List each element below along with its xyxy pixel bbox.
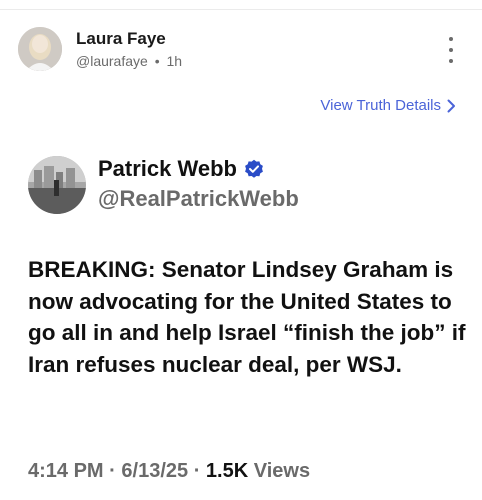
author-avatar-image xyxy=(18,27,62,71)
author-handle[interactable]: @laurafaye xyxy=(76,53,148,69)
author-name[interactable]: Laura Faye xyxy=(76,29,166,49)
post-views-count: 1.5K xyxy=(205,460,249,482)
post-meta-separator-2: · xyxy=(193,460,201,482)
author-meta: @laurafaye • 1h xyxy=(76,53,182,69)
post-date: 6/13/25 xyxy=(121,460,189,482)
post-views-label: Views xyxy=(253,460,311,482)
chevron-right-icon xyxy=(447,99,455,112)
post-meta-separator: · xyxy=(109,460,116,482)
more-options-button[interactable] xyxy=(442,37,460,63)
post-time: 4:14 PM xyxy=(28,460,104,482)
view-details-label: View Truth Details xyxy=(320,97,441,114)
meta-separator: • xyxy=(154,53,160,69)
post-body-text: BREAKING: Senator Lindsey Graham is now … xyxy=(28,257,466,377)
vertical-ellipsis-icon xyxy=(449,37,453,41)
verified-badge-icon xyxy=(245,159,263,178)
post-meta: 4:14 PM · 6/13/25 · 1.5K Views xyxy=(28,460,310,483)
post-screen: Laura Faye @laurafaye • 1h View Truth De… xyxy=(0,0,482,500)
quoted-author-avatar-image xyxy=(28,156,86,214)
quoted-author-handle[interactable]: @RealPatrickWebb xyxy=(98,186,299,212)
view-details-link[interactable]: View Truth Details xyxy=(320,97,456,114)
top-divider xyxy=(0,9,482,10)
quoted-author-name-row[interactable]: Patrick Webb xyxy=(98,156,264,182)
post-time-ago: 1h xyxy=(166,53,183,69)
quoted-author-name: Patrick Webb xyxy=(98,156,237,181)
author-avatar[interactable] xyxy=(18,27,62,71)
quoted-author-avatar[interactable] xyxy=(28,156,86,214)
